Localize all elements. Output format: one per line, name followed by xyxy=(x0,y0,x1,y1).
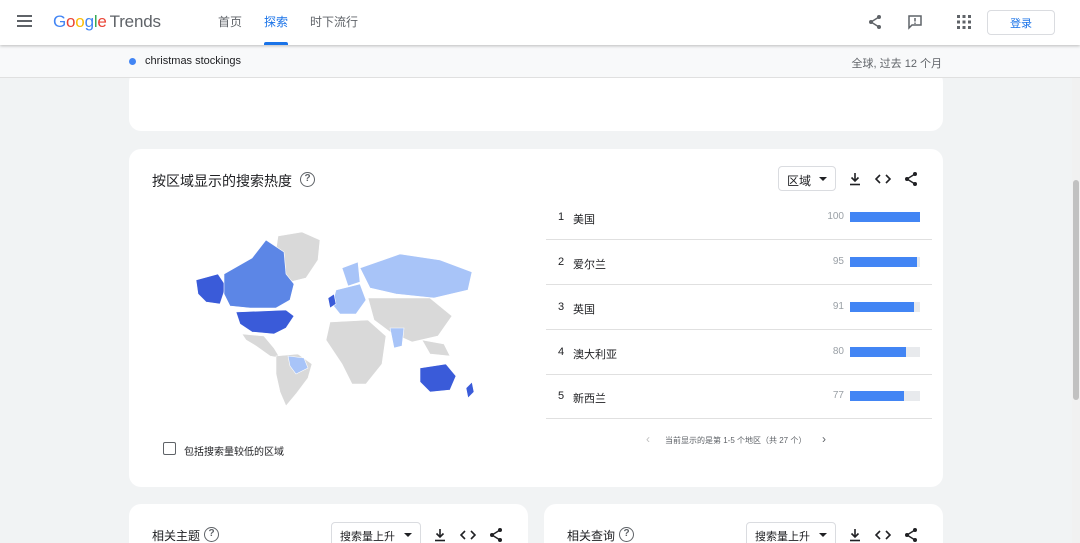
map-region-africa xyxy=(325,319,387,385)
region-row-3[interactable]: 3 英国 91 xyxy=(546,286,932,330)
rank-number: 2 xyxy=(558,256,565,268)
region-name[interactable]: 爱尔兰 xyxy=(573,256,606,272)
region-value: 80 xyxy=(832,346,844,357)
value-bar-track xyxy=(850,212,920,222)
related-topics-title: 相关主题 xyxy=(152,529,201,543)
map-region-alaska xyxy=(195,273,227,305)
region-name[interactable]: 美国 xyxy=(573,211,595,227)
low-volume-checkbox-label[interactable]: 包括搜索量较低的区域 xyxy=(184,443,284,458)
embed-code-icon[interactable] xyxy=(875,171,891,187)
map-region-southeast-asia xyxy=(421,339,451,357)
chevron-down-icon xyxy=(404,533,412,537)
main-nav: 首页 探索 时下流行 xyxy=(218,0,380,45)
region-row-2[interactable]: 2 爱尔兰 95 xyxy=(546,241,932,285)
embed-code-icon[interactable] xyxy=(460,527,476,543)
map-region-australia xyxy=(419,363,457,393)
share-icon[interactable] xyxy=(903,527,919,543)
scrollbar-thumb[interactable] xyxy=(1073,180,1079,400)
region-value: 100 xyxy=(827,211,844,222)
page-scrollbar[interactable] xyxy=(1072,45,1080,543)
search-term-bar: christmas stockings 全球, 过去 12 个月 xyxy=(0,45,1080,78)
google-trends-logo[interactable]: Google Trends xyxy=(53,12,161,32)
feedback-icon[interactable] xyxy=(906,13,924,31)
low-volume-checkbox[interactable] xyxy=(163,442,176,455)
help-icon[interactable]: ? xyxy=(619,527,634,542)
tab-trending[interactable]: 时下流行 xyxy=(310,0,358,45)
rank-number: 4 xyxy=(558,346,565,358)
world-map[interactable] xyxy=(190,228,480,408)
help-icon[interactable]: ? xyxy=(204,527,219,542)
map-region-russia xyxy=(359,253,473,299)
related-topics-select[interactable]: 搜索量上升 xyxy=(331,522,421,543)
share-icon[interactable] xyxy=(903,171,919,187)
rank-number: 5 xyxy=(558,390,565,402)
download-icon[interactable] xyxy=(847,527,863,543)
chevron-down-icon xyxy=(819,177,827,181)
scope-label[interactable]: 全球, 过去 12 个月 xyxy=(852,55,942,71)
chevron-left-icon[interactable]: ‹ xyxy=(646,432,650,446)
region-name[interactable]: 澳大利亚 xyxy=(573,346,617,362)
value-bar-track xyxy=(850,391,920,401)
region-value: 77 xyxy=(832,390,844,401)
region-name[interactable]: 英国 xyxy=(573,301,595,317)
region-resolution-select[interactable]: 区域 xyxy=(778,166,836,191)
region-value: 95 xyxy=(832,256,844,267)
term-color-dot xyxy=(129,58,136,65)
value-bar-track xyxy=(850,257,920,267)
value-bar-fill xyxy=(850,391,904,401)
tab-home[interactable]: 首页 xyxy=(218,0,242,45)
map-region-usa xyxy=(235,309,295,335)
map-region-scandinavia xyxy=(341,261,361,287)
region-resolution-value: 区域 xyxy=(787,174,812,188)
download-icon[interactable] xyxy=(847,171,863,187)
top-header: Google Trends 首页 探索 时下流行 登录 xyxy=(0,0,1080,45)
rank-number: 1 xyxy=(558,211,565,223)
interest-over-time-card xyxy=(129,70,943,131)
help-icon[interactable]: ? xyxy=(300,172,315,187)
map-region-new-zealand xyxy=(465,381,475,399)
region-row-4[interactable]: 4 澳大利亚 80 xyxy=(546,331,932,375)
value-bar-track xyxy=(850,302,920,312)
tab-explore[interactable]: 探索 xyxy=(264,0,289,45)
map-region-mexico xyxy=(241,333,281,359)
value-bar-fill xyxy=(850,257,917,267)
share-icon[interactable] xyxy=(488,527,504,543)
download-icon[interactable] xyxy=(432,527,448,543)
region-row-5[interactable]: 5 新西兰 77 xyxy=(546,375,932,419)
related-queries-select[interactable]: 搜索量上升 xyxy=(746,522,836,543)
region-name[interactable]: 新西兰 xyxy=(573,390,606,406)
map-region-india xyxy=(389,327,405,349)
related-queries-select-value: 搜索量上升 xyxy=(755,531,810,543)
region-value: 91 xyxy=(832,301,844,312)
apps-grid-icon[interactable] xyxy=(955,13,973,31)
value-bar-fill xyxy=(850,347,906,357)
share-icon[interactable] xyxy=(866,13,884,31)
embed-code-icon[interactable] xyxy=(875,527,891,543)
rank-number: 3 xyxy=(558,301,565,313)
login-button[interactable]: 登录 xyxy=(987,10,1055,35)
chevron-right-icon[interactable]: › xyxy=(822,432,826,446)
search-term-label[interactable]: christmas stockings xyxy=(145,55,241,67)
region-row-1[interactable]: 1 美国 100 xyxy=(546,196,932,240)
pager-text: 当前显示的是第 1-5 个地区（共 27 个） xyxy=(665,436,807,445)
menu-icon[interactable] xyxy=(17,15,32,27)
value-bar-track xyxy=(850,347,920,357)
value-bar-fill xyxy=(850,302,914,312)
related-queries-title: 相关查询 xyxy=(567,529,616,543)
chevron-down-icon xyxy=(819,533,827,537)
map-region-europe xyxy=(331,283,367,315)
region-card-title: 按区域显示的搜索热度 xyxy=(152,173,292,189)
value-bar-fill xyxy=(850,212,920,222)
related-topics-select-value: 搜索量上升 xyxy=(340,531,395,543)
